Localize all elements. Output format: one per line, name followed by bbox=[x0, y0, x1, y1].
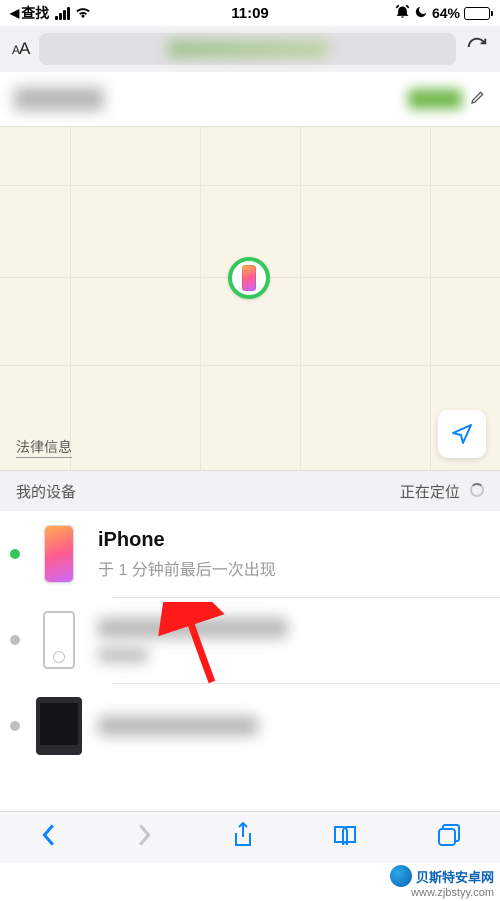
locating-label: 正在定位 bbox=[400, 484, 460, 501]
share-button[interactable] bbox=[231, 821, 255, 854]
moon-icon bbox=[414, 5, 428, 22]
legal-info-link[interactable]: 法律信息 bbox=[16, 437, 72, 458]
header-badge-obscured bbox=[408, 89, 462, 109]
status-bar: ◀ 查找 11:09 64% bbox=[0, 0, 500, 26]
page-header bbox=[0, 72, 500, 126]
locating-status: 正在定位 bbox=[400, 481, 484, 502]
browser-toolbar bbox=[0, 811, 500, 863]
browser-url-bar: AA bbox=[0, 26, 500, 72]
devices-section-header: 我的设备 正在定位 bbox=[0, 471, 500, 511]
status-dot-offline bbox=[10, 721, 20, 731]
status-dot-online bbox=[10, 549, 20, 559]
text-size-button[interactable]: AA bbox=[12, 39, 29, 59]
tabs-button[interactable] bbox=[436, 822, 462, 853]
spinner-icon bbox=[470, 483, 484, 497]
device-row[interactable] bbox=[0, 683, 500, 769]
page-title-obscured bbox=[14, 87, 104, 111]
iphone-icon bbox=[242, 265, 256, 291]
device-name-obscured bbox=[98, 618, 288, 638]
iphone-thumbnail-icon bbox=[44, 525, 74, 583]
device-row[interactable] bbox=[0, 597, 500, 683]
device-sub-obscured bbox=[98, 648, 148, 662]
device-name: iPhone bbox=[98, 529, 486, 552]
device-list: iPhone 于 1 分钟前最后一次出现 bbox=[0, 511, 500, 769]
devices-section-title: 我的设备 bbox=[16, 481, 76, 502]
watermark-logo-icon bbox=[390, 865, 412, 887]
device-last-seen: 于 1 分钟前最后一次出现 bbox=[98, 556, 486, 580]
url-obscured bbox=[168, 40, 328, 58]
bookmarks-button[interactable] bbox=[331, 823, 359, 852]
map[interactable]: 法律信息 bbox=[0, 127, 500, 471]
device-location-pin[interactable] bbox=[228, 257, 270, 299]
watermark-brand: 贝斯特安卓网 bbox=[416, 867, 494, 886]
watermark: 贝斯特安卓网 www.zjbstyy.com bbox=[390, 865, 494, 899]
battery-pct: 64% bbox=[432, 5, 460, 21]
battery-icon bbox=[464, 7, 490, 20]
device-row[interactable]: iPhone 于 1 分钟前最后一次出现 bbox=[0, 511, 500, 597]
device-thumbnail-icon bbox=[43, 611, 75, 669]
url-field[interactable] bbox=[39, 33, 456, 65]
edit-icon[interactable] bbox=[470, 89, 486, 110]
ipad-thumbnail-icon bbox=[36, 697, 82, 755]
nav-forward-button bbox=[135, 823, 155, 852]
device-name-obscured bbox=[98, 716, 258, 736]
status-bar-right: 64% bbox=[395, 4, 490, 22]
watermark-url: www.zjbstyy.com bbox=[390, 887, 494, 899]
recenter-button[interactable] bbox=[438, 410, 486, 458]
alarm-icon bbox=[395, 4, 410, 22]
status-dot-offline bbox=[10, 635, 20, 645]
reload-button[interactable] bbox=[466, 36, 488, 63]
nav-back-button[interactable] bbox=[38, 823, 58, 852]
